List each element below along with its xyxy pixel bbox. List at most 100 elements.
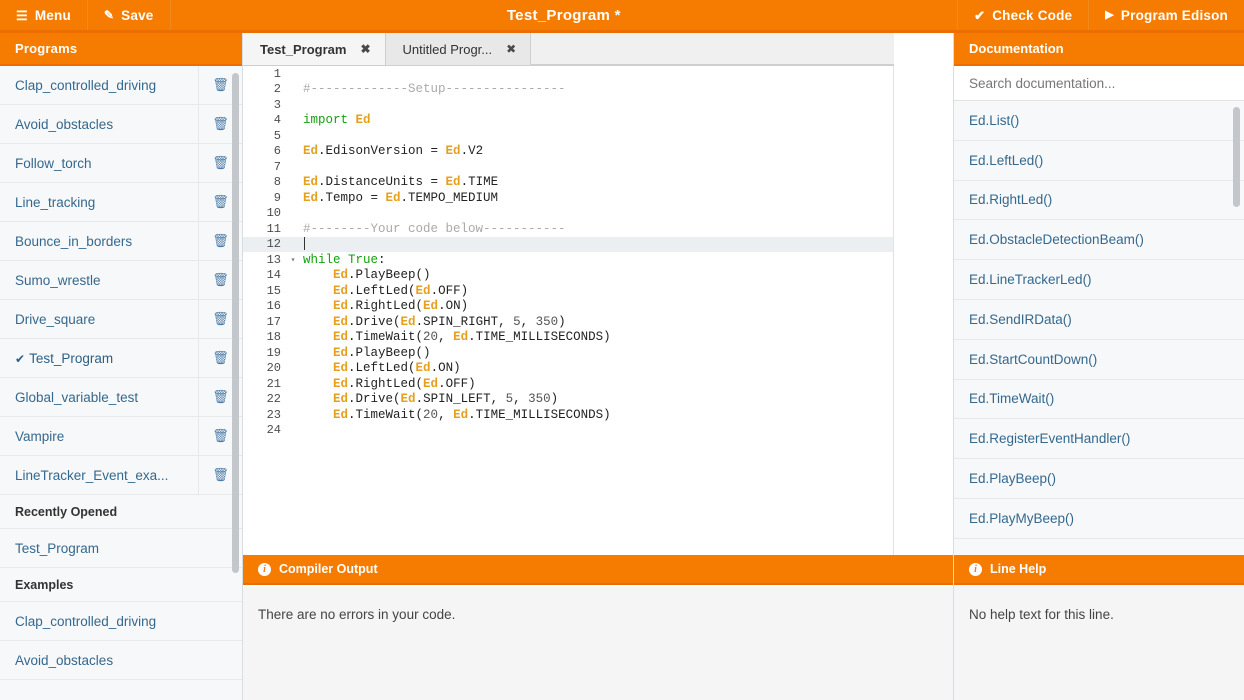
code-line: 7: [243, 159, 893, 175]
check-code-button[interactable]: ✔ Check Code: [957, 0, 1090, 30]
code-line: 5: [243, 128, 893, 144]
fold-toggle-icon[interactable]: ▾: [288, 255, 298, 265]
code-text: Ed.TimeWait(20, Ed.TIME_MILLISECONDS): [333, 330, 611, 345]
program-list-item[interactable]: Clap_controlled_driving: [0, 602, 242, 641]
code-line: 24: [243, 423, 893, 439]
line-help-header: i Line Help: [954, 555, 1244, 585]
close-icon[interactable]: ✖: [360, 42, 370, 56]
search-input[interactable]: [969, 75, 1229, 91]
line-number: 19: [266, 345, 281, 360]
program-list-item[interactable]: Global_variable_test 🗑: [0, 378, 242, 417]
code-line: 10: [243, 206, 893, 222]
program-name: LineTracker_Event_exa...: [15, 467, 169, 483]
code-text: Ed.DistanceUnits = Ed.TIME: [303, 175, 499, 190]
programs-sidebar: Programs Clap_controlled_driving 🗑 Avoid_o…: [0, 33, 243, 700]
save-button-label: Save: [121, 7, 154, 23]
documentation-item[interactable]: Ed.LineTrackerLed(): [954, 260, 1244, 300]
program-list-item[interactable]: LineTracker_Event_exa... 🗑: [0, 456, 242, 495]
program-list-item[interactable]: Clap_controlled_driving 🗑: [0, 66, 242, 105]
save-button[interactable]: ✎ Save: [88, 0, 171, 30]
code-line: 14 Ed.PlayBeep(): [243, 268, 893, 284]
program-list-item[interactable]: Line_tracking 🗑: [0, 183, 242, 222]
documentation-item[interactable]: Ed.RegisterEventHandler(): [954, 419, 1244, 460]
code-line: 9 Ed.Tempo = Ed.TEMPO_MEDIUM: [243, 190, 893, 206]
line-number: 1: [273, 66, 281, 81]
code-lines: 1 2 #-------------Setup---------------- 3 4 i…: [243, 66, 893, 438]
program-name: Clap_controlled_driving: [15, 77, 157, 93]
documentation-item[interactable]: Ed.List(): [954, 101, 1244, 141]
code-line: 3: [243, 97, 893, 113]
editor-tab[interactable]: Untitled Progr... ✖: [386, 33, 532, 65]
program-name: Bounce_in_borders: [15, 233, 133, 249]
documentation-item[interactable]: Ed.ObstacleDetectionBeam(): [954, 220, 1244, 261]
program-list-item[interactable]: Avoid_obstacles: [0, 641, 242, 680]
code-text: Ed.LeftLed(Ed.ON): [333, 361, 461, 376]
program-list-item[interactable]: Avoid_obstacles 🗑: [0, 105, 242, 144]
compiler-output-message: There are no errors in your code.: [258, 607, 456, 622]
editor-tabbar: Test_Program ✖ Untitled Progr... ✖: [243, 33, 953, 66]
code-text: Ed.RightLed(Ed.OFF): [333, 376, 476, 391]
documentation-item[interactable]: Ed.StartCountDown(): [954, 340, 1244, 380]
play-icon: ▶: [1105, 8, 1114, 21]
compiler-output-header: i Compiler Output: [243, 555, 953, 585]
code-text: Ed.Drive(Ed.SPIN_RIGHT, 5, 350): [333, 314, 566, 329]
documentation-item[interactable]: Ed.RightLed(): [954, 181, 1244, 221]
line-help-message: No help text for this line.: [969, 607, 1114, 622]
line-help-body: No help text for this line.: [954, 587, 1244, 700]
line-number: 4: [273, 113, 281, 128]
documentation-item[interactable]: Ed.SendIRData(): [954, 300, 1244, 340]
documentation-list: Ed.List() Ed.LeftLed() Ed.RightLed() Ed.Obs…: [954, 101, 1244, 539]
documentation-search[interactable]: [954, 66, 1244, 101]
line-number: 6: [273, 144, 281, 159]
code-text: Ed.RightLed(Ed.ON): [333, 299, 469, 314]
program-edison-label: Program Edison: [1120, 7, 1228, 23]
pencil-icon: ✎: [103, 8, 115, 22]
program-list-item[interactable]: Follow_torch 🗑: [0, 144, 242, 183]
documentation-scrollbar[interactable]: [1233, 107, 1240, 207]
check-icon: ✔: [15, 351, 26, 366]
documentation-item[interactable]: Ed.PlayMyBeep(): [954, 499, 1244, 539]
program-list-item[interactable]: ✔ Test_Program 🗑: [0, 339, 242, 378]
editor-tab-label: Untitled Progr...: [402, 41, 493, 57]
documentation-item[interactable]: Ed.LeftLed(): [954, 141, 1244, 181]
code-line: 18 Ed.TimeWait(20, Ed.TIME_MILLISECONDS): [243, 330, 893, 346]
line-number: 2: [273, 82, 281, 97]
documentation-item[interactable]: Ed.PlayBeep(): [954, 459, 1244, 499]
line-help-title: Line Help: [990, 562, 1047, 576]
sidebar-scrollbar[interactable]: [232, 73, 239, 573]
program-list-item[interactable]: Bounce_in_borders 🗑: [0, 222, 242, 261]
text-cursor: [304, 237, 305, 251]
examples-header: Examples: [0, 568, 242, 602]
editor-tab[interactable]: Test_Program ✖: [243, 33, 386, 65]
info-icon: i: [258, 562, 271, 576]
program-list-item[interactable]: Vampire 🗑: [0, 417, 242, 456]
menu-button[interactable]: ☰ Menu: [0, 0, 88, 30]
code-line: 21 Ed.RightLed(Ed.OFF): [243, 376, 893, 392]
code-editor[interactable]: 1 2 #-------------Setup---------------- 3 4 i…: [243, 66, 894, 555]
code-line: 15 Ed.LeftLed(Ed.OFF): [243, 283, 893, 299]
line-number: 3: [273, 97, 281, 112]
line-number: 12: [266, 237, 281, 252]
programs-list: Clap_controlled_driving 🗑 Avoid_obstacles 🗑…: [0, 66, 242, 680]
documentation-item[interactable]: Ed.TimeWait(): [954, 380, 1244, 420]
program-list-item[interactable]: Test_Program: [0, 529, 242, 568]
line-number: 15: [266, 283, 281, 298]
code-text: Ed.EdisonVersion = Ed.V2: [303, 144, 484, 159]
program-name: Line_tracking: [15, 194, 96, 210]
program-list-item[interactable]: Drive_square 🗑: [0, 300, 242, 339]
program-name: Test_Program: [15, 540, 100, 556]
code-line: 4 import Ed: [243, 113, 893, 129]
program-name: Vampire: [15, 428, 65, 444]
code-line: 23 Ed.TimeWait(20, Ed.TIME_MILLISECONDS): [243, 407, 893, 423]
program-edison-button[interactable]: ▶ Program Edison: [1089, 0, 1244, 30]
code-text: Ed.LeftLed(Ed.OFF): [333, 283, 469, 298]
menu-button-label: Menu: [34, 7, 71, 23]
info-icon: i: [969, 562, 982, 576]
code-text: [298, 237, 305, 251]
close-icon[interactable]: ✖: [506, 42, 516, 56]
code-line: 17 Ed.Drive(Ed.SPIN_RIGHT, 5, 350): [243, 314, 893, 330]
code-line: 20 Ed.LeftLed(Ed.ON): [243, 361, 893, 377]
program-list-item[interactable]: Sumo_wrestle 🗑: [0, 261, 242, 300]
code-line: 22 Ed.Drive(Ed.SPIN_LEFT, 5, 350): [243, 392, 893, 408]
program-name: Drive_square: [15, 311, 96, 327]
